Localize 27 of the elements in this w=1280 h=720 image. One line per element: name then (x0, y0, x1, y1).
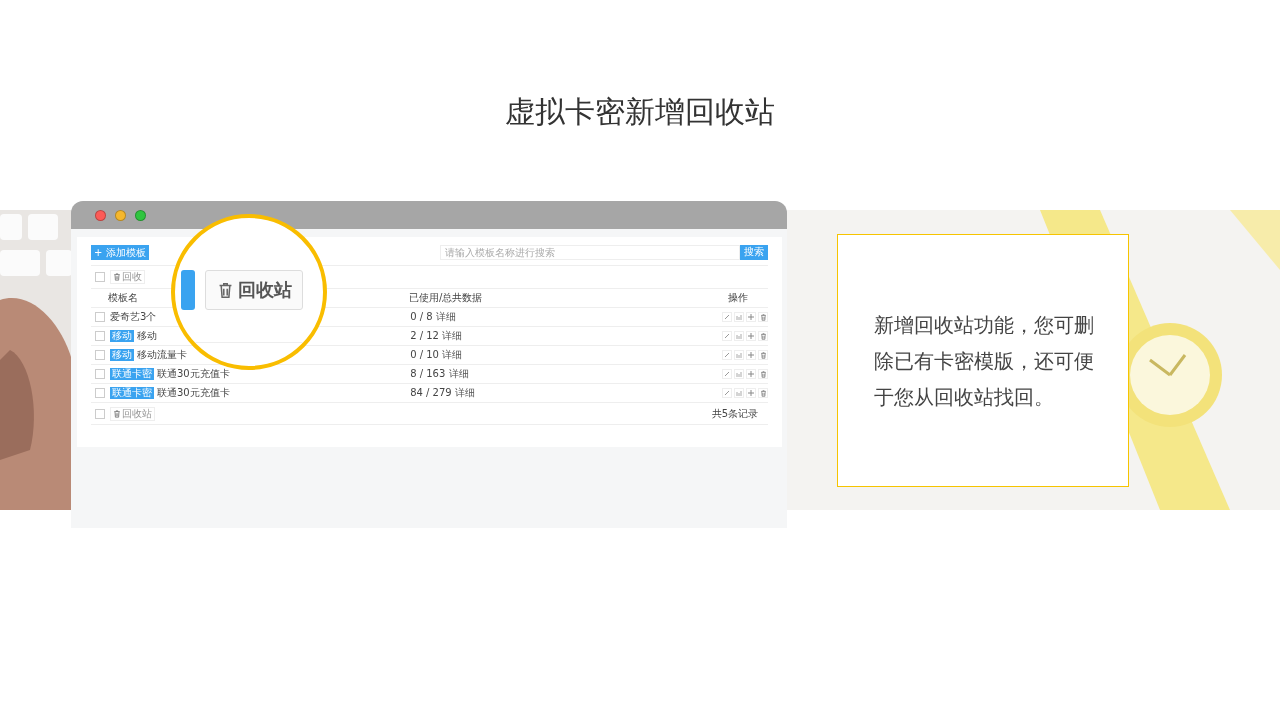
page-title: 虚拟卡密新增回收站 (504, 93, 776, 131)
usage-count: 84 / 279 (410, 387, 452, 398)
template-name: 联通30元充值卡 (157, 386, 230, 400)
usage-count: 0 / 8 (410, 311, 433, 322)
record-count: 共5条记录 (711, 406, 758, 421)
detail-link[interactable]: 详细 (442, 349, 463, 360)
template-name: 移动 (137, 329, 157, 343)
detail-link[interactable]: 详细 (454, 387, 475, 398)
search-field[interactable]: 请输入模板名称进行搜索 (440, 244, 740, 260)
tag: 联通卡密 (110, 368, 154, 380)
template-name: 联通30元充值卡 (157, 367, 230, 381)
tag: 联通卡密 (110, 387, 154, 399)
tag: 移动 (110, 330, 134, 342)
column-header: 操作 (727, 291, 750, 305)
usage-count: 0 / 10 (410, 349, 439, 360)
usage-count: 2 / 12 (410, 330, 439, 341)
recycle-bin-button[interactable]: 回收站 (205, 270, 303, 310)
detail-link[interactable]: 详细 (442, 330, 463, 341)
detail-link[interactable]: 详细 (435, 311, 456, 322)
column-header: 模板名 (107, 291, 139, 305)
template-name: 爱奇艺3个 (110, 310, 157, 324)
usage-count: 8 / 163 (410, 368, 446, 379)
column-header: 已使用/总共数据 (409, 291, 484, 305)
template-name: 移动流量卡 (137, 348, 187, 362)
detail-link[interactable]: 详细 (448, 368, 469, 379)
description-text: 新增回收站功能，您可删除已有卡密模版，还可便于您从回收站找回。 (874, 311, 1094, 411)
tag: 移动 (110, 349, 134, 361)
